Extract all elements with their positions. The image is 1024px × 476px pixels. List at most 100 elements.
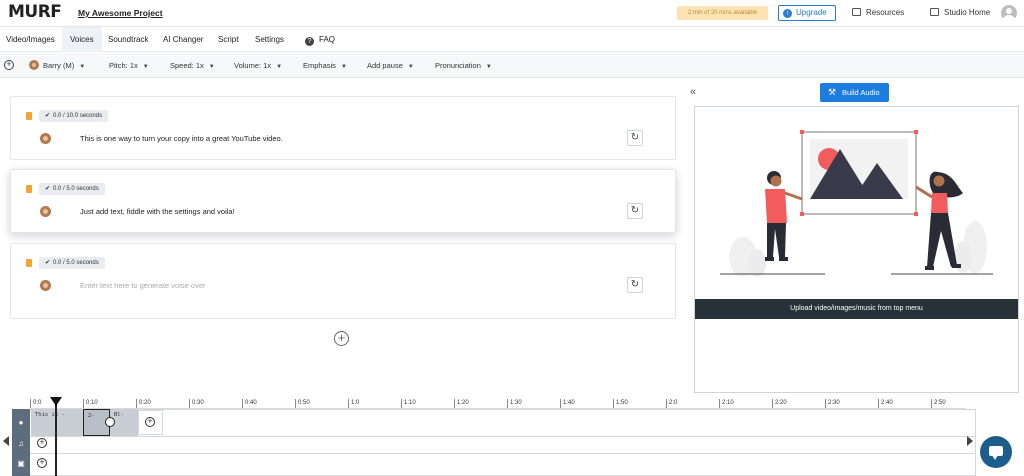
duration-label: 0.0 / 5.0 seconds: [53, 186, 99, 192]
duration-badge: ✔ 0.0 / 5.0 seconds: [39, 257, 105, 269]
block-text-input[interactable]: Enter text here to generate voise over: [80, 281, 206, 290]
pitch-select[interactable]: Pitch: 1x ▼: [109, 53, 149, 78]
chevron-down-icon: ▼: [142, 64, 149, 70]
ruler-tick: 0:0: [30, 399, 41, 408]
pronunciation-label: Pronunciation: [435, 61, 481, 70]
studio-home-icon: [930, 8, 939, 16]
upgrade-label: Upgrade: [796, 8, 827, 17]
ruler-tick: 1:40: [560, 399, 575, 408]
playhead-line[interactable]: [55, 404, 57, 476]
person-icon: ●: [18, 418, 24, 427]
project-title[interactable]: My Awesome Project: [78, 8, 163, 18]
upgrade-button[interactable]: ↑ Upgrade: [778, 5, 836, 21]
duration-label: 0.0 / 5.0 seconds: [53, 260, 99, 266]
timeline-ruler[interactable]: 0:0 0:10 0:20 0:30 0:40 0:50 1:0 1:10 1:…: [30, 399, 966, 409]
studio-home-label: Studio Home: [944, 8, 991, 17]
hammer-icon: ⚒: [828, 87, 837, 97]
ruler-tick: 0:40: [242, 399, 257, 408]
check-icon: ✔: [45, 260, 51, 266]
tab-faq[interactable]: ? FAQ: [305, 27, 335, 52]
scroll-left-icon[interactable]: [3, 436, 9, 446]
speed-select[interactable]: Speed: 1x ▼: [170, 53, 215, 78]
tab-script[interactable]: Script: [218, 27, 238, 52]
ruler-tick: 1:20: [454, 399, 469, 408]
voice-toolbar: + Barry (M) ▼ Pitch: 1x ▼ Speed: 1x ▼ Volum…: [0, 53, 1024, 78]
build-audio-label: Build Audio: [842, 88, 880, 97]
murf-logo[interactable]: MURF: [8, 2, 62, 22]
track-divider: [30, 453, 976, 454]
voice-select[interactable]: Barry (M) ▼: [29, 53, 85, 78]
collapse-panel-icon[interactable]: «: [690, 86, 696, 98]
user-avatar[interactable]: [1001, 5, 1017, 21]
media-preview: Upload video/images/music from top menu: [694, 106, 1019, 393]
tab-ai-changer[interactable]: AI Changer: [163, 27, 203, 52]
tab-soundtrack[interactable]: Soundtrack: [108, 27, 148, 52]
upgrade-arrow-icon: ↑: [783, 9, 792, 18]
volume-label: Volume: 1x: [234, 61, 272, 70]
chevron-down-icon: ▼: [340, 64, 347, 70]
resources-label: Resources: [866, 8, 905, 17]
chevron-down-icon: ▼: [485, 64, 492, 70]
pronunciation-select[interactable]: Pronunciation ▼: [435, 53, 492, 78]
duration-badge: ✔ 0.0 / 5.0 seconds: [39, 183, 105, 195]
plus-icon: +: [145, 417, 155, 427]
chevron-down-icon: ▼: [208, 64, 215, 70]
add-image-icon[interactable]: +: [37, 458, 47, 468]
refresh-icon[interactable]: ↻: [627, 203, 643, 219]
scroll-right-icon[interactable]: [967, 436, 973, 446]
chevron-down-icon: ▼: [276, 64, 283, 70]
build-audio-button[interactable]: ⚒ Build Audio: [820, 83, 889, 102]
add-clip-button[interactable]: +: [138, 410, 163, 435]
resources-link[interactable]: Resources: [852, 8, 904, 17]
tab-voices[interactable]: Voices: [62, 27, 102, 52]
ruler-tick: 2:10: [719, 399, 734, 408]
emphasis-select[interactable]: Emphasis ▼: [303, 53, 347, 78]
voice-block[interactable]: ✔ 0.0 / 10.0 seconds This is one way to t…: [10, 96, 676, 160]
ruler-tick: 0:50: [295, 399, 310, 408]
tab-video-images[interactable]: Video/Images: [0, 27, 61, 52]
add-music-icon[interactable]: +: [37, 438, 47, 448]
playhead-marker[interactable]: [50, 397, 62, 406]
ruler-tick: 2:20: [772, 399, 787, 408]
ruler-tick: 2:40: [878, 399, 893, 408]
trash-icon[interactable]: [26, 185, 32, 193]
block-text[interactable]: Just add text, fiddle with the settings …: [80, 207, 235, 216]
question-icon: ?: [305, 37, 314, 46]
refresh-icon[interactable]: ↻: [627, 277, 643, 293]
top-bar: MURF My Awesome Project 2 min of 20 mins…: [0, 0, 1024, 27]
voice-block[interactable]: ✔ 0.0 / 5.0 seconds Just add text, fiddle…: [10, 169, 676, 233]
upload-message: Upload video/images/music from top menu: [695, 299, 1018, 319]
tab-settings[interactable]: Settings: [255, 27, 284, 52]
add-pause-select[interactable]: Add pause ▼: [367, 53, 414, 78]
duration-badge: ✔ 0.0 / 10.0 seconds: [39, 110, 109, 122]
ruler-tick: 0:10: [83, 399, 98, 408]
voice-block[interactable]: ✔ 0.0 / 5.0 seconds Enter text here to ge…: [10, 243, 676, 319]
trash-icon[interactable]: [26, 259, 32, 267]
add-block-button[interactable]: +: [334, 331, 349, 346]
ruler-tick: 2:30: [825, 399, 840, 408]
voice-label: Barry (M): [43, 61, 75, 70]
ruler-tick: 1:0: [348, 399, 359, 408]
chat-icon[interactable]: [980, 436, 1012, 468]
track-type-sidebar: ● ♫ ▣: [12, 409, 30, 476]
timeline-clip[interactable]: This is -: [31, 409, 83, 436]
faq-label: FAQ: [319, 35, 336, 44]
ruler-tick: 1:10: [401, 399, 416, 408]
ruler-tick: 0:20: [136, 399, 151, 408]
studio-home-link[interactable]: Studio Home: [930, 8, 990, 17]
minutes-available-badge: 2 min of 20 mins available: [677, 6, 768, 20]
check-icon: ✔: [45, 113, 51, 119]
add-pause-label: Add pause: [367, 61, 403, 70]
voice-avatar: [29, 60, 39, 70]
voice-avatar[interactable]: [40, 133, 51, 144]
add-block-icon[interactable]: +: [4, 60, 14, 70]
voice-avatar[interactable]: [40, 206, 51, 217]
trash-icon[interactable]: [26, 112, 32, 120]
image-icon: ▣: [17, 459, 25, 468]
voice-avatar[interactable]: [40, 280, 51, 291]
pitch-label: Pitch: 1x: [109, 61, 138, 70]
refresh-icon[interactable]: ↻: [627, 130, 643, 146]
volume-select[interactable]: Volume: 1x ▼: [234, 53, 282, 78]
block-text[interactable]: This is one way to turn your copy into a…: [80, 134, 283, 143]
clip-resize-handle[interactable]: [105, 417, 115, 427]
